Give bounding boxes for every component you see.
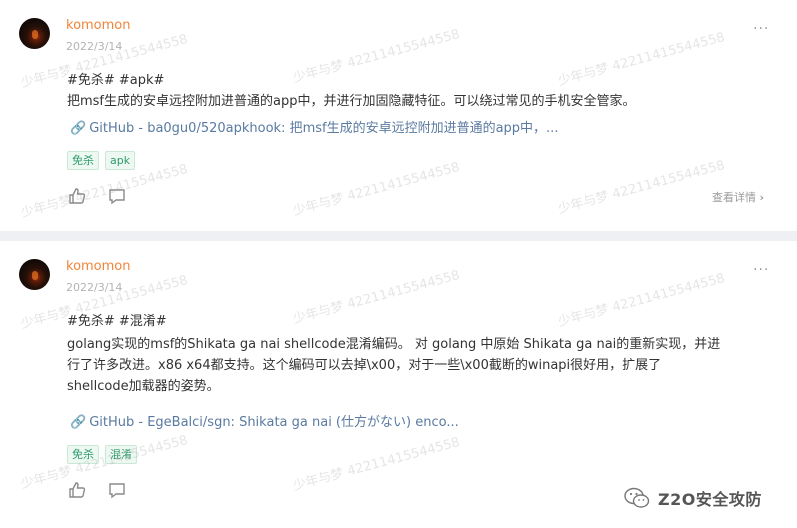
- view-detail-label: 查看详情: [712, 191, 756, 204]
- post-body: golang实现的msf的Shikata ga nai shellcode混淆编…: [67, 334, 720, 397]
- brand-logo: Z2O安全攻防: [624, 486, 762, 510]
- more-dots-icon[interactable]: ···: [753, 21, 769, 37]
- tag-chip[interactable]: 免杀: [67, 151, 99, 170]
- thumbs-up-icon[interactable]: [67, 186, 87, 206]
- watermark: 少年与梦 42211415544558: [556, 270, 727, 330]
- post-date: 2022/3/14: [66, 40, 123, 53]
- username[interactable]: komomon: [66, 259, 131, 274]
- username[interactable]: komomon: [66, 18, 131, 33]
- avatar[interactable]: [19, 259, 50, 290]
- tag-chip[interactable]: 混淆: [105, 445, 137, 464]
- post-date: 2022/3/14: [66, 281, 123, 294]
- watermark: 少年与梦 42211415544558: [291, 26, 462, 86]
- post-body-line: shellcode加载器的姿势。: [67, 379, 220, 394]
- github-link[interactable]: 🔗 GitHub - ba0gu0/520apkhook: 把msf生成的安卓远控…: [70, 117, 558, 136]
- topic-tags-text: #免杀# #apk#: [67, 73, 165, 88]
- topic-tags-text: #免杀# #混淆#: [67, 314, 167, 329]
- github-link-text: GitHub - ba0gu0/520apkhook: 把msf生成的安卓远控附…: [89, 121, 559, 136]
- post-body-line: golang实现的msf的Shikata ga nai shellcode混淆编…: [67, 337, 721, 352]
- tag-chip[interactable]: apk: [105, 151, 136, 170]
- comment-icon[interactable]: [107, 480, 127, 500]
- watermark: 少年与梦 42211415544558: [556, 29, 727, 89]
- tag-list: 免杀 apk: [67, 151, 136, 170]
- comment-icon[interactable]: [107, 186, 127, 206]
- tag-chip[interactable]: 免杀: [67, 445, 99, 464]
- link-icon: 🔗: [70, 121, 87, 136]
- thumbs-up-icon[interactable]: [67, 480, 87, 500]
- chevron-right-icon: ›: [759, 191, 765, 204]
- post-card-1: komomon 2022/3/14 ··· #免杀# #apk# 把msf生成的…: [0, 0, 797, 231]
- post-body-line: 行了许多改进。x86 x64都支持。这个编码可以去掉\x00，对于一些\x00截…: [67, 358, 662, 373]
- github-link[interactable]: 🔗 GitHub - EgeBalci/sgn: Shikata ga nai (…: [70, 411, 459, 430]
- github-link-text: GitHub - EgeBalci/sgn: Shikata ga nai (仕…: [89, 415, 459, 430]
- link-icon: 🔗: [70, 415, 87, 430]
- watermark: 少年与梦 42211415544558: [291, 434, 462, 494]
- view-detail-link[interactable]: 查看详情 ›: [712, 189, 764, 205]
- watermark: 少年与梦 42211415544558: [291, 267, 462, 327]
- post-body: 把msf生成的安卓远控附加进普通的app中，并进行加固隐藏特征。可以绕过常见的手…: [67, 94, 636, 109]
- wechat-icon: [624, 487, 650, 508]
- tag-list: 免杀 混淆: [67, 445, 137, 464]
- watermark: 少年与梦 42211415544558: [291, 159, 462, 219]
- brand-name: Z2O安全攻防: [658, 490, 762, 509]
- watermark: 少年与梦 42211415544558: [556, 157, 727, 217]
- avatar[interactable]: [19, 18, 50, 49]
- post-card-2: komomon 2022/3/14 ··· #免杀# #混淆# golang实现…: [0, 241, 797, 528]
- more-dots-icon[interactable]: ···: [753, 262, 769, 278]
